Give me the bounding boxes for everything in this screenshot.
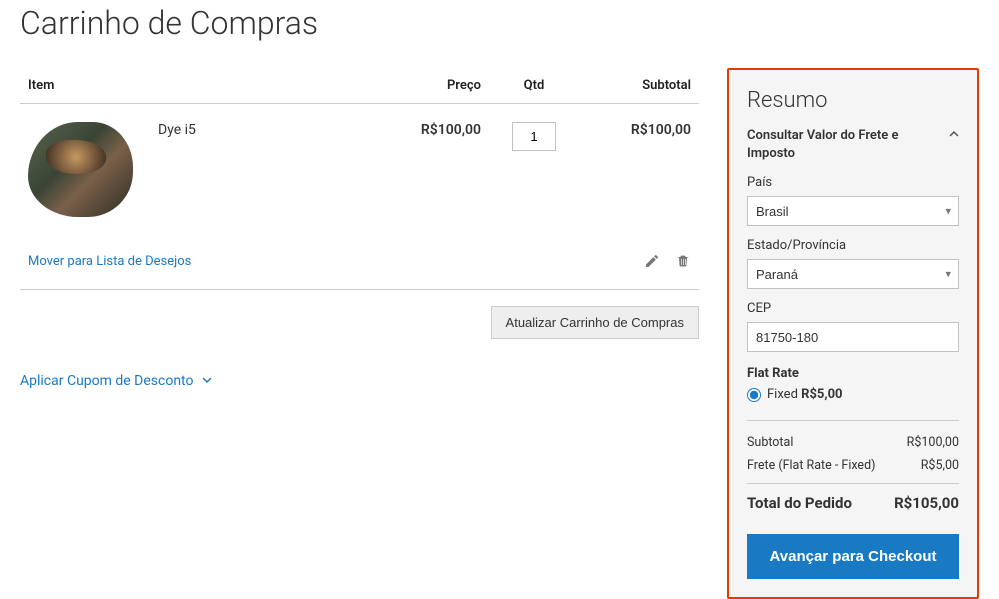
product-name-cell: Dye i5 [150, 104, 290, 236]
summary-title: Resumo [747, 88, 959, 113]
shipping-method-option[interactable]: Fixed R$5,00 [747, 387, 959, 402]
grand-total-value: R$105,00 [894, 494, 959, 512]
edit-icon[interactable] [642, 253, 660, 271]
grand-total-label: Total do Pedido [747, 494, 852, 512]
region-select[interactable]: Paraná [747, 259, 959, 289]
postcode-input[interactable] [747, 322, 959, 352]
page-title: Carrinho de Compras [20, 4, 979, 42]
product-image[interactable] [28, 122, 133, 217]
col-qty-header: Qtd [489, 68, 579, 104]
estimate-block-toggle[interactable]: Consultar Valor do Frete e Imposto [747, 127, 959, 163]
country-label: País [747, 175, 959, 190]
col-subtotal-header: Subtotal [579, 68, 699, 104]
product-image-cell [20, 104, 150, 236]
move-to-wishlist-link[interactable]: Mover para Lista de Desejos [28, 254, 191, 269]
summary-sidebar: Resumo Consultar Valor do Frete e Impost… [727, 68, 979, 599]
apply-coupon-label: Aplicar Cupom de Desconto [20, 373, 194, 389]
col-price-header: Preço [290, 68, 489, 104]
shipping-method-price: R$5,00 [801, 387, 842, 402]
col-item-spacer [150, 68, 290, 104]
postcode-label: CEP [747, 301, 959, 316]
cart-main: Item Preço Qtd Subtotal Dye i5 [20, 68, 699, 389]
product-subtotal: R$100,00 [579, 104, 699, 236]
cart-row: Dye i5 R$100,00 R$100,00 [20, 104, 699, 236]
shipping-carrier-title: Flat Rate [747, 366, 959, 381]
shipping-total-value: R$5,00 [921, 458, 959, 473]
shipping-method-label: Fixed [767, 387, 798, 402]
region-label: Estado/Província [747, 238, 959, 253]
trash-icon[interactable] [673, 253, 691, 271]
cart-table: Item Preço Qtd Subtotal Dye i5 [20, 68, 699, 290]
shipping-method-radio[interactable] [747, 388, 761, 402]
country-select[interactable]: Brasil [747, 196, 959, 226]
chevron-down-icon [202, 373, 212, 389]
subtotal-label: Subtotal [747, 435, 793, 450]
subtotal-value: R$100,00 [907, 435, 959, 450]
qty-input[interactable] [512, 122, 556, 151]
update-cart-button[interactable]: Atualizar Carrinho de Compras [491, 306, 699, 339]
cart-row-actions: Mover para Lista de Desejos [20, 235, 699, 290]
product-price: R$100,00 [290, 104, 489, 236]
shipping-total-label: Frete (Flat Rate - Fixed) [747, 458, 875, 473]
col-item-header: Item [20, 68, 150, 104]
chevron-up-icon [949, 127, 959, 145]
product-name[interactable]: Dye i5 [158, 122, 196, 138]
estimate-block-title: Consultar Valor do Frete e Imposto [747, 127, 943, 163]
apply-coupon-toggle[interactable]: Aplicar Cupom de Desconto [20, 373, 212, 389]
